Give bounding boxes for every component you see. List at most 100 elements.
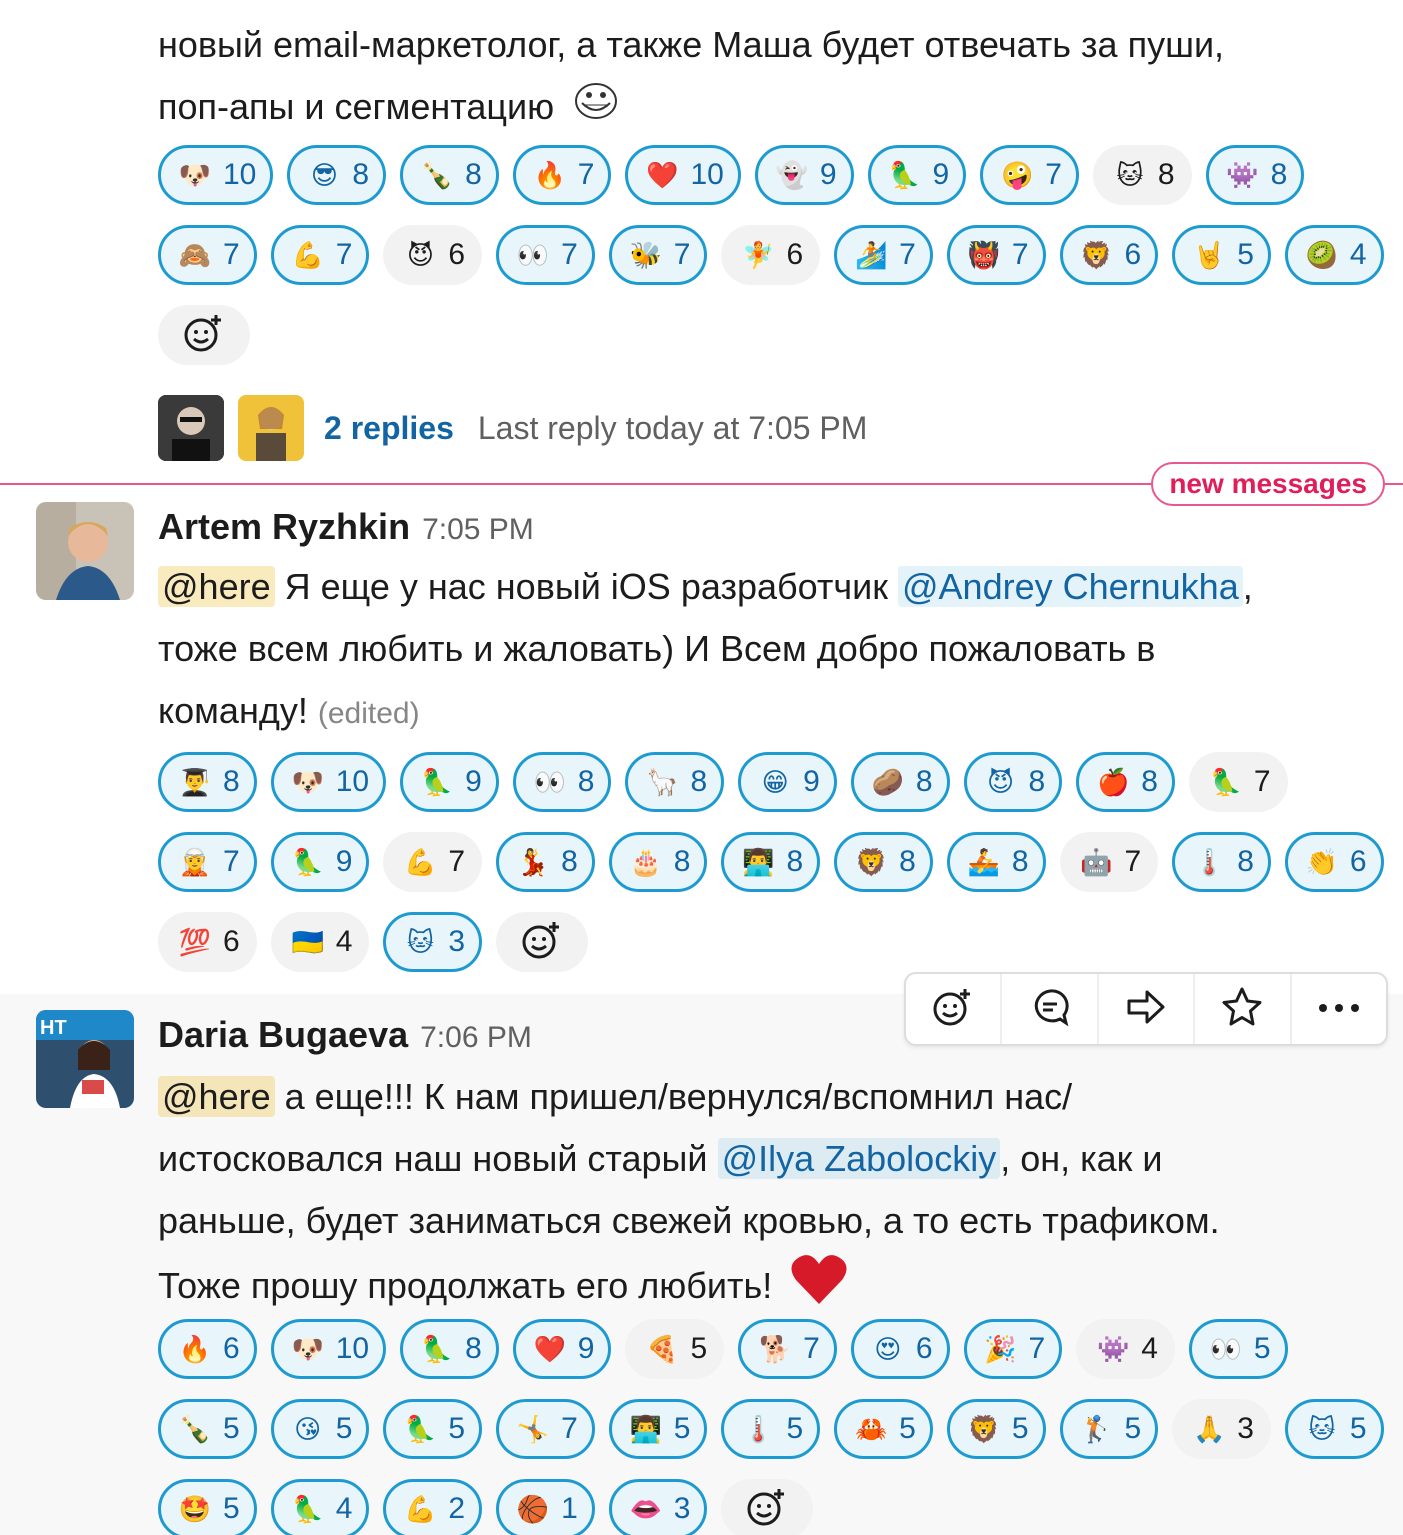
reaction-clap[interactable]: 👏 6 [1284,832,1384,892]
reaction-rowboat[interactable]: 🚣 8 [946,832,1046,892]
reaction-bee[interactable]: 🐝 7 [608,225,708,285]
reaction-heart[interactable]: ❤️ 9 [512,1319,612,1379]
reaction-lion[interactable]: 🦁 8 [834,832,933,892]
add-reaction-button[interactable] [906,974,1003,1044]
reaction-thin-custom[interactable]: 🌡️ 5 [721,1399,821,1459]
reaction-see-no-evil[interactable]: 🙈 7 [158,225,257,285]
message-timestamp[interactable]: 7:06 PM [420,1021,532,1055]
reaction-technologist[interactable]: 👨‍💻 8 [721,832,821,892]
reaction-grin[interactable]: 😁 9 [738,752,837,812]
reaction-ogre[interactable]: 👹 7 [946,225,1046,285]
reaction-pray[interactable]: 🙏 3 [1172,1399,1271,1459]
reaction-ghost[interactable]: 👻 9 [754,145,854,205]
reaction-muscle[interactable]: 💪 7 [383,832,483,892]
add-reaction-button[interactable] [158,305,250,365]
reaction-count: 9 [803,765,820,798]
reaction-heart[interactable]: ❤️ 10 [625,145,741,205]
reaction-parrot[interactable]: 🦜 8 [400,1319,499,1379]
reaction-apple[interactable]: 🍎 8 [1076,752,1175,812]
here-mention[interactable]: @here [158,566,275,607]
more-actions-button[interactable] [1292,974,1386,1044]
reaction-parrot-green[interactable]: 🦜 9 [270,832,370,892]
flag-ukraine-icon: 🇺🇦 [291,927,324,957]
reaction-hundred[interactable]: 💯 6 [158,912,257,972]
reaction-cartwheel[interactable]: 🤸 7 [496,1399,595,1459]
avatar[interactable]: HT [36,1010,134,1108]
thin-custom-icon: 🌡️ [742,1414,775,1444]
reaction-kiwi[interactable]: 🥝 4 [1284,225,1384,285]
here-mention[interactable]: @here [158,1076,275,1117]
reaction-count: 5 [1253,1332,1271,1365]
sender-name[interactable]: Artem Ryzhkin [158,506,410,548]
reaction-cake[interactable]: 🎂 8 [608,832,708,892]
reaction-thin-custom[interactable]: 🌡️ 8 [1172,832,1271,892]
reaction-metal[interactable]: 🤘 5 [1172,225,1271,285]
reaction-smiling-imp[interactable]: 😈 6 [383,225,483,285]
reply-thread-button[interactable] [1002,974,1099,1044]
reaction-doge[interactable]: 🐶 10 [158,145,274,205]
reaction-doge[interactable]: 🐶 10 [270,752,387,812]
reaction-champagne[interactable]: 🍾 5 [158,1399,257,1459]
reaction-zany-face[interactable]: 🤪 7 [980,145,1079,205]
reaction-surfer[interactable]: 🏄 7 [834,225,933,285]
reactions-bar: 🐶 10 😎 8 🍾 8 🔥 7 ❤️ 10 👻 9 🦜 9 🤪 7 🐱 8 👾 8 🙈 7 💪 7 😈 6 👀 7 🐝 7 🧚 6 🏄 7 👹 7 🦁… [158,145,1388,365]
reaction-parrot[interactable]: 🦜 9 [400,752,499,812]
reaction-llama[interactable]: 🦙 8 [625,752,725,812]
reaction-student[interactable]: 👨‍🎓 8 [158,752,257,812]
add-reaction-button[interactable] [496,912,589,972]
add-reaction-button[interactable] [721,1479,814,1535]
user-mention[interactable]: @Ilya Zabolockiy [717,1138,1001,1179]
avatar[interactable] [36,502,134,600]
reaction-parrot-blue[interactable]: 🦜 4 [270,1479,370,1535]
reaction-star-struck[interactable]: 🤩 5 [158,1479,257,1535]
user-mention[interactable]: @Andrey Chernukha [897,566,1243,607]
reaction-heart-eyes[interactable]: 😍 6 [850,1319,950,1379]
reaction-dancer[interactable]: 💃 8 [496,832,595,892]
reaction-cat-photo[interactable]: 🐱 5 [1284,1399,1384,1459]
reaction-flag-ukraine[interactable]: 🇺🇦 4 [270,912,370,972]
thread-replies[interactable]: 2 replies Last reply today at 7:05 PM [158,395,867,461]
reaction-custom-cat[interactable]: 👾 8 [1205,145,1305,205]
reaction-golfer[interactable]: 🏌️ 5 [1059,1399,1159,1459]
reaction-crab[interactable]: 🦀 5 [834,1399,933,1459]
reaction-technologist[interactable]: 👨‍💻 5 [608,1399,708,1459]
sender-name[interactable]: Daria Bugaeva [158,1014,408,1056]
reaction-eyes[interactable]: 👀 7 [496,225,595,285]
reaction-cat-photo[interactable]: 🐱 8 [1092,145,1192,205]
reaction-lion[interactable]: 🦁 5 [946,1399,1046,1459]
reaction-corgi[interactable]: 🐕 7 [738,1319,837,1379]
reaction-fairy[interactable]: 🧚 6 [721,225,821,285]
message-timestamp[interactable]: 7:05 PM [422,513,534,547]
reaction-smiling-imp[interactable]: 😈 8 [963,752,1063,812]
reaction-count: 10 [335,765,370,798]
reaction-kissing-heart[interactable]: 😘 5 [270,1399,370,1459]
reaction-party-parrot[interactable]: 🦜 5 [383,1399,483,1459]
reaction-count: 5 [335,1412,353,1445]
reaction-cat-photo[interactable]: 🐱 3 [383,912,483,972]
share-message-button[interactable] [1099,974,1196,1044]
save-button[interactable] [1195,974,1292,1044]
reaction-fire[interactable]: 🔥 6 [158,1319,257,1379]
reaction-muscle[interactable]: 💪 2 [383,1479,483,1535]
reaction-potato[interactable]: 🥔 8 [850,752,950,812]
reaction-pizza[interactable]: 🍕 5 [625,1319,725,1379]
reaction-lion[interactable]: 🦁 6 [1059,225,1159,285]
reaction-robot[interactable]: 🤖 7 [1059,832,1159,892]
reaction-basketball[interactable]: 🏀 1 [496,1479,595,1535]
reaction-doge[interactable]: 🐶 10 [270,1319,387,1379]
reaction-party-parrot[interactable]: 🦜 7 [1188,752,1288,812]
reaction-count: 3 [1237,1412,1254,1445]
reaction-muscle[interactable]: 💪 7 [270,225,370,285]
reaction-parrot[interactable]: 🦜 9 [867,145,967,205]
reaction-eyes[interactable]: 👀 5 [1188,1319,1288,1379]
replies-link[interactable]: 2 replies [324,410,454,447]
reaction-tada[interactable]: 🎉 7 [963,1319,1063,1379]
parrot-icon: 🦜 [888,160,921,190]
reaction-lips[interactable]: 👄 3 [608,1479,708,1535]
reaction-custom-cat[interactable]: 👾 4 [1076,1319,1175,1379]
reaction-elf[interactable]: 🧝 7 [158,832,257,892]
reaction-fire[interactable]: 🔥 7 [512,145,612,205]
reaction-champagne[interactable]: 🍾 8 [400,145,499,205]
reaction-sunglasses[interactable]: 😎 8 [287,145,387,205]
reaction-eyes[interactable]: 👀 8 [512,752,612,812]
